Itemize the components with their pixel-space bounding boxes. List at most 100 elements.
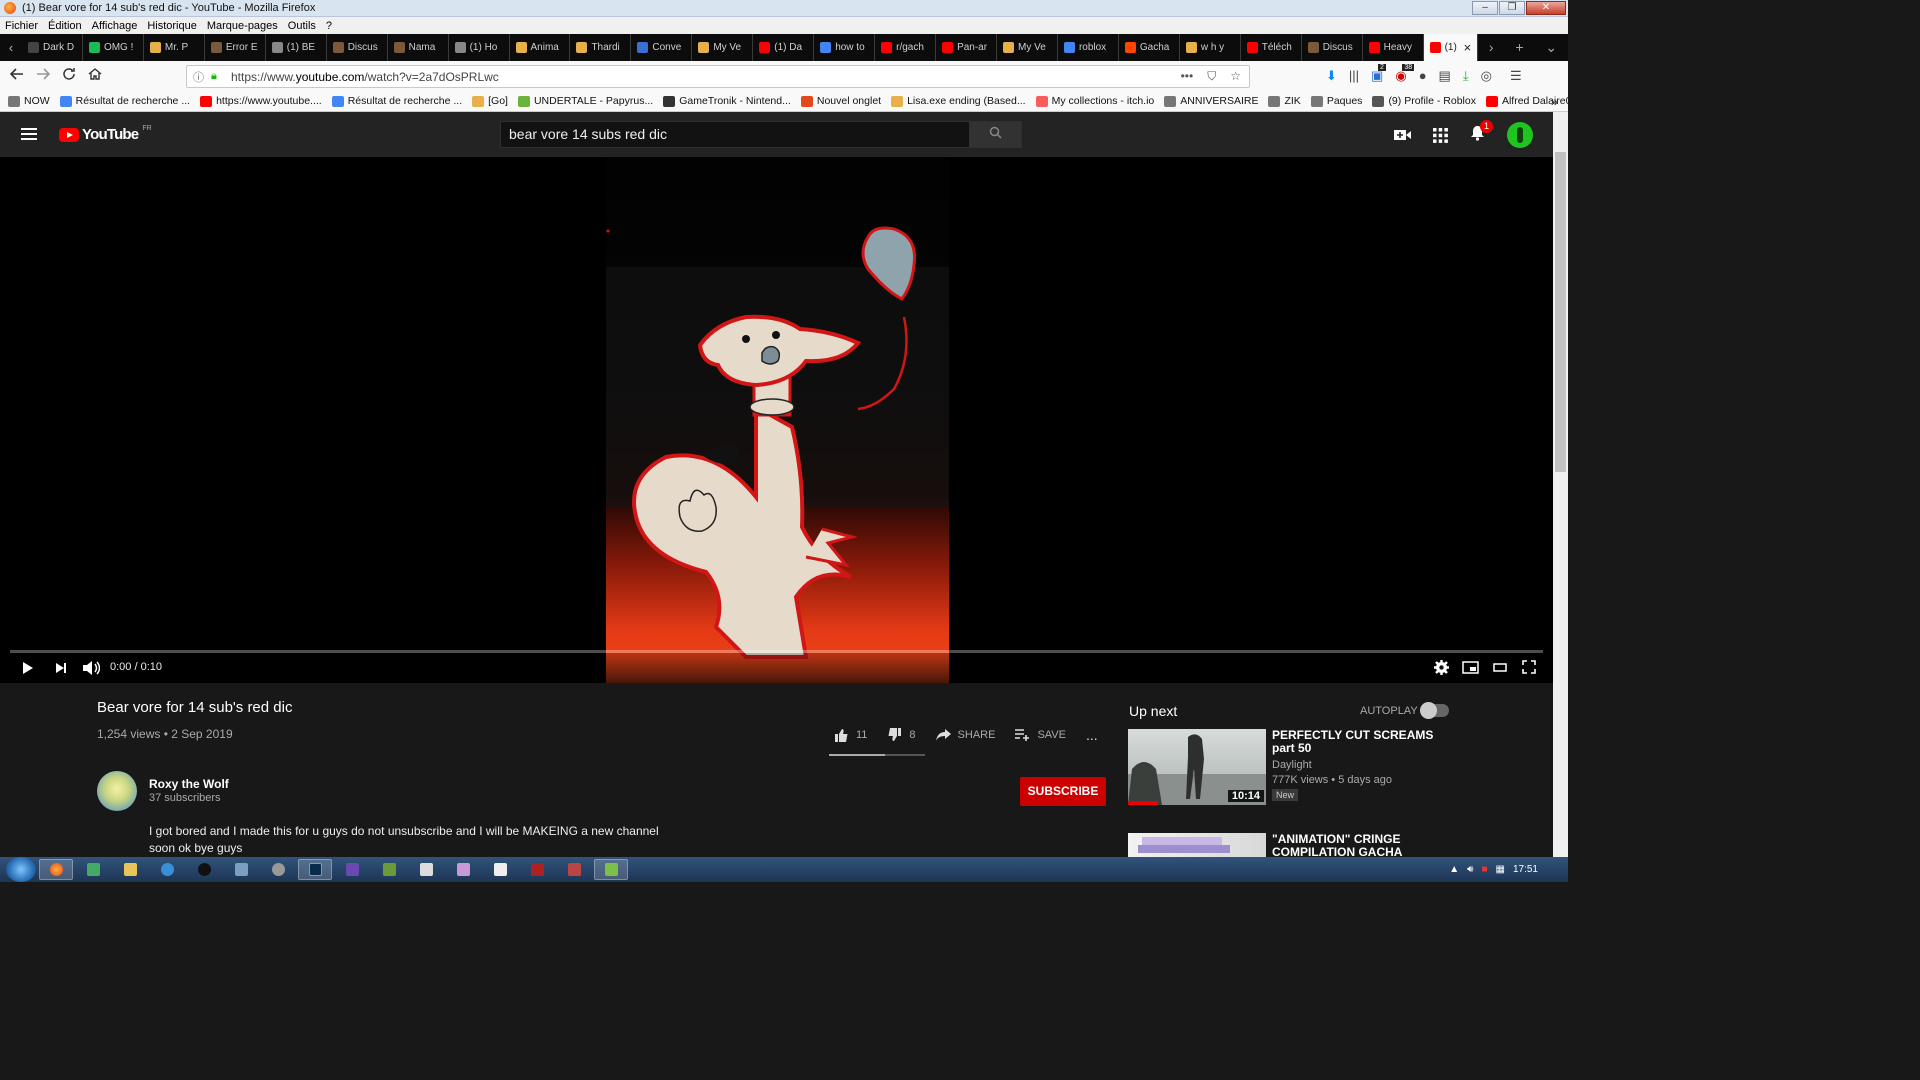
- bookmark-star-icon[interactable]: ☆: [1230, 69, 1241, 84]
- browser-tab[interactable]: Gacha: [1119, 34, 1180, 61]
- save-button[interactable]: SAVE: [1015, 729, 1066, 741]
- browser-tab[interactable]: Discus: [1302, 34, 1363, 61]
- browser-tab[interactable]: r/gach: [875, 34, 937, 61]
- extension-b-icon[interactable]: ◉ 38: [1395, 64, 1415, 84]
- browser-tab[interactable]: Anima: [510, 34, 571, 61]
- menu-marque-pages[interactable]: Marque-pages: [207, 20, 278, 32]
- browser-tab[interactable]: OMG !: [83, 34, 144, 61]
- library-icon[interactable]: |||: [1349, 68, 1359, 84]
- next-icon[interactable]: [55, 662, 67, 674]
- browser-tab[interactable]: (1) Da: [753, 34, 815, 61]
- channel-name[interactable]: Roxy the Wolf: [149, 777, 229, 791]
- bookmark-item[interactable]: My collections - itch.io: [1035, 95, 1154, 107]
- recommended-video[interactable]: "ANIMATION" CRINGE COMPILATION GACHA EDI…: [1128, 833, 1458, 857]
- menu-historique[interactable]: Historique: [147, 20, 197, 32]
- taskbar-firefox[interactable]: [39, 859, 73, 880]
- minimize-button[interactable]: –: [1472, 1, 1498, 15]
- taskbar-app[interactable]: [261, 859, 295, 880]
- search-button[interactable]: [969, 121, 1022, 148]
- browser-tab[interactable]: Pan-ar: [936, 34, 997, 61]
- recommended-title[interactable]: PERFECTLY CUT SCREAMS part 50: [1272, 729, 1452, 755]
- bookmark-item[interactable]: (9) Profile - Roblox: [1372, 95, 1476, 107]
- video-thumbnail[interactable]: 10:14: [1128, 729, 1266, 805]
- share-button[interactable]: SHARE: [935, 729, 995, 741]
- menu-outils[interactable]: Outils: [288, 20, 316, 32]
- volume-icon[interactable]: [82, 660, 100, 676]
- volume-tray-icon[interactable]: 🔊︎: [1467, 864, 1473, 875]
- home-button[interactable]: [82, 67, 108, 85]
- bookmark-item[interactable]: ZIK: [1268, 95, 1301, 107]
- recommended-video[interactable]: 10:14 PERFECTLY CUT SCREAMS part 50 Dayl…: [1128, 729, 1458, 807]
- taskbar-photoshop[interactable]: [298, 859, 332, 880]
- taskbar-app[interactable]: [372, 859, 406, 880]
- play-icon[interactable]: [22, 661, 34, 675]
- video-thumbnail[interactable]: [1128, 833, 1266, 857]
- tab-scroll-right-button[interactable]: ›: [1489, 39, 1494, 56]
- bookmark-item[interactable]: Résultat de recherche ...: [59, 95, 190, 107]
- browser-tab[interactable]: Conve: [631, 34, 693, 61]
- channel-avatar[interactable]: [97, 771, 137, 811]
- autoplay-toggle[interactable]: [1420, 702, 1449, 719]
- dislike-button[interactable]: 8: [887, 728, 916, 742]
- browser-tab[interactable]: My Ve: [692, 34, 754, 61]
- menu-edition[interactable]: Édition: [48, 20, 82, 32]
- search-input[interactable]: bear vore 14 subs red dic: [500, 121, 970, 148]
- recommended-channel[interactable]: Daylight: [1272, 759, 1312, 771]
- taskbar-app[interactable]: [594, 859, 628, 880]
- forward-button[interactable]: [30, 67, 56, 85]
- miniplayer-icon[interactable]: [1462, 661, 1479, 674]
- apps-grid-icon[interactable]: [1433, 127, 1448, 143]
- maximize-button[interactable]: ❐: [1499, 1, 1525, 15]
- bookmark-item[interactable]: Nouvel onglet: [800, 95, 881, 107]
- network-tray-icon[interactable]: ▦: [1496, 864, 1505, 875]
- download-green-icon[interactable]: ⤓: [1463, 68, 1469, 84]
- tray-expand-icon[interactable]: ▲: [1449, 864, 1459, 875]
- browser-tab[interactable]: Error E: [205, 34, 266, 61]
- new-tab-button[interactable]: +: [1515, 39, 1523, 56]
- menu-fichier[interactable]: Fichier: [5, 20, 38, 32]
- bookmark-item[interactable]: UNDERTALE - Papyrus...: [517, 95, 653, 107]
- browser-tab[interactable]: (1) Ho: [449, 34, 510, 61]
- youtube-logo[interactable]: YouTube FR: [59, 125, 152, 143]
- browser-tab[interactable]: w h y: [1180, 34, 1241, 61]
- notifications-button[interactable]: 1: [1470, 120, 1493, 145]
- taskbar-explorer[interactable]: [113, 859, 147, 880]
- subscribe-button[interactable]: SUBSCRIBE: [1020, 777, 1106, 806]
- tray-app-icon[interactable]: ■: [1481, 864, 1487, 875]
- taskbar-app[interactable]: [76, 859, 110, 880]
- tab-scroll-left-button[interactable]: ‹: [0, 40, 22, 55]
- downloads-icon[interactable]: ⬇: [1326, 68, 1337, 84]
- create-video-icon[interactable]: [1394, 129, 1411, 141]
- extension-a-icon[interactable]: ▣ 2: [1371, 64, 1386, 84]
- taskbar-app[interactable]: [520, 859, 554, 880]
- menu-affichage[interactable]: Affichage: [92, 20, 138, 32]
- taskbar-app[interactable]: [335, 859, 369, 880]
- lock-icon[interactable]: 🔒︎: [211, 70, 225, 83]
- guide-menu-icon[interactable]: [21, 128, 37, 143]
- taskbar-app[interactable]: [409, 859, 443, 880]
- browser-tab[interactable]: My Ve: [997, 34, 1058, 61]
- tab-list-button[interactable]: ⌄: [1545, 39, 1557, 56]
- menu-hamburger-icon[interactable]: ☰: [1510, 68, 1522, 84]
- browser-tab[interactable]: Mr. P: [144, 34, 205, 61]
- menu-help[interactable]: ?: [326, 20, 332, 32]
- taskbar-app[interactable]: [187, 859, 221, 880]
- extension-c-icon[interactable]: ●: [1419, 68, 1427, 84]
- settings-gear-icon[interactable]: [1434, 660, 1449, 675]
- browser-tab[interactable]: Nama: [388, 34, 449, 61]
- bookmarks-overflow-icon[interactable]: »: [1551, 94, 1558, 109]
- account-icon[interactable]: ◎: [1481, 68, 1492, 84]
- pocket-icon[interactable]: ⛉: [1207, 69, 1216, 84]
- page-actions-icon[interactable]: •••: [1181, 69, 1194, 84]
- browser-tab[interactable]: Dark D: [22, 34, 83, 61]
- bookmark-item[interactable]: Lisa.exe ending (Based...: [891, 95, 1026, 107]
- theater-mode-icon[interactable]: [1493, 662, 1507, 673]
- tab-active[interactable]: (1) ×: [1423, 34, 1478, 61]
- browser-tab[interactable]: Discus: [327, 34, 388, 61]
- more-actions-button[interactable]: ...: [1086, 727, 1098, 743]
- like-button[interactable]: 11: [834, 728, 867, 742]
- browser-tab[interactable]: roblox: [1058, 34, 1119, 61]
- bookmark-item[interactable]: ANNIVERSAIRE: [1164, 95, 1258, 107]
- browser-tab[interactable]: (1) BE: [266, 34, 327, 61]
- taskbar-app[interactable]: [483, 859, 517, 880]
